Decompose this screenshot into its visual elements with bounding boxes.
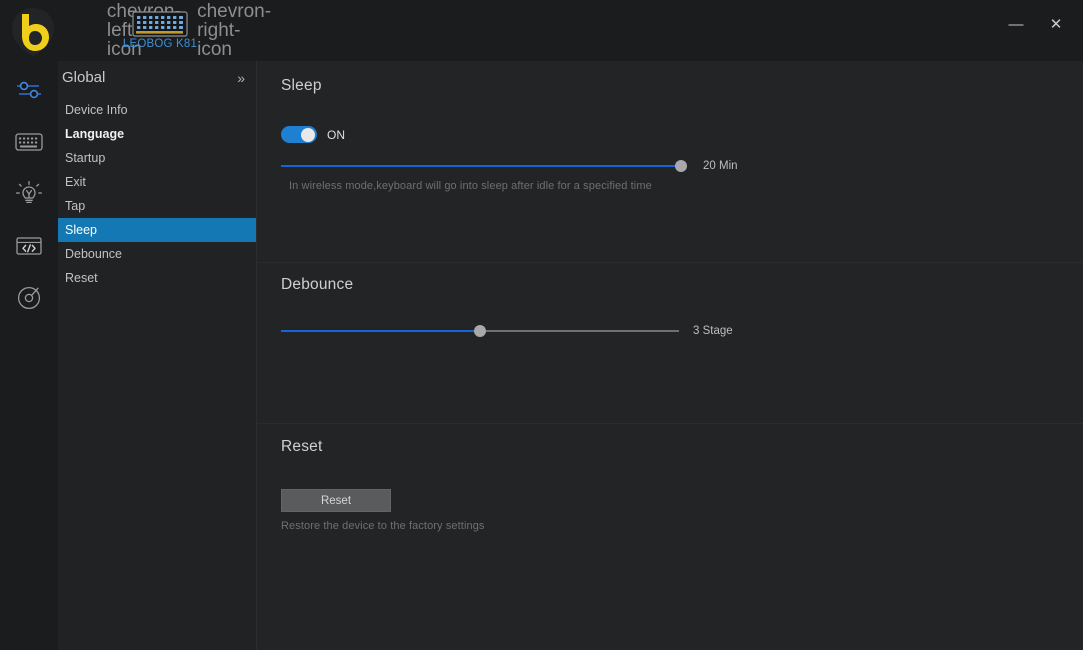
title-bar: chevron-left-icon <box>0 0 1083 61</box>
rail-item-settings[interactable] <box>0 67 58 113</box>
lightbulb-icon <box>15 180 43 204</box>
menu-item-language[interactable]: Language <box>58 122 256 146</box>
menu-item-exit[interactable]: Exit <box>58 170 256 194</box>
sleep-hint-text: In wireless mode,keyboard will go into s… <box>289 180 652 192</box>
menu-list: Device Info Language Startup Exit Tap Sl… <box>58 94 256 290</box>
close-button[interactable]: ✕ <box>1039 10 1073 38</box>
menu-title: Global <box>62 69 106 86</box>
chevron-right-icon[interactable]: chevron-right-icon <box>197 2 271 59</box>
sleep-section-title: Sleep <box>281 77 322 94</box>
leobog-shield-b-logo <box>8 6 58 58</box>
window-controls: — ✕ <box>999 10 1073 38</box>
divider-debounce-reset <box>257 423 1083 424</box>
chevron-left-icon[interactable]: chevron-left-icon <box>107 2 181 59</box>
double-chevron-right-icon[interactable]: » <box>237 70 245 86</box>
device-card[interactable]: LEOBOG K81 <box>122 10 198 50</box>
target-radar-icon <box>17 286 41 310</box>
keyboard-icon <box>15 133 43 151</box>
debounce-section-title: Debounce <box>281 276 354 293</box>
device-name-label: LEOBOG K81 <box>122 37 198 50</box>
menu-item-reset[interactable]: Reset <box>58 266 256 290</box>
rail-item-macro[interactable] <box>0 223 58 269</box>
reset-button[interactable]: Reset <box>281 489 391 512</box>
toggle-knob <box>301 127 315 142</box>
sleep-slider-row: 20 Min <box>281 159 738 173</box>
rail-item-device[interactable] <box>0 275 58 321</box>
debounce-slider-row: 3 Stage <box>281 324 733 338</box>
slider-thumb[interactable] <box>474 325 486 337</box>
rail-item-lighting[interactable] <box>0 171 58 217</box>
divider-sleep-debounce <box>257 262 1083 263</box>
rail-item-keyboard[interactable] <box>0 119 58 165</box>
minimize-button[interactable]: — <box>999 10 1033 38</box>
icon-rail <box>0 61 58 650</box>
sleep-toggle-row: ON <box>281 126 345 143</box>
slider-fill <box>281 165 681 167</box>
sliders-settings-icon <box>17 81 41 99</box>
debounce-slider[interactable] <box>281 324 679 338</box>
slider-fill <box>281 330 480 332</box>
device-selector[interactable]: chevron-left-icon <box>104 2 271 59</box>
menu-item-sleep[interactable]: Sleep <box>58 218 256 242</box>
sleep-toggle-state-label: ON <box>327 127 345 142</box>
reset-section-title: Reset <box>281 438 323 455</box>
code-brackets-icon <box>16 237 42 255</box>
sleep-toggle-switch[interactable] <box>281 126 317 143</box>
reset-hint-text: Restore the device to the factory settin… <box>281 520 485 532</box>
menu-item-tap[interactable]: Tap <box>58 194 256 218</box>
menu-item-device-info[interactable]: Device Info <box>58 98 256 122</box>
settings-content: Sleep ON 20 Min In wireless mode,keyboar… <box>257 61 1083 650</box>
global-menu-panel: Global » Device Info Language Startup Ex… <box>58 61 257 650</box>
sleep-slider-value: 20 Min <box>703 160 738 172</box>
slider-thumb[interactable] <box>675 160 687 172</box>
app-window: chevron-left-icon <box>0 0 1083 650</box>
menu-item-debounce[interactable]: Debounce <box>58 242 256 266</box>
sleep-slider[interactable] <box>281 159 687 173</box>
keyboard-icon <box>132 10 188 37</box>
menu-item-startup[interactable]: Startup <box>58 146 256 170</box>
menu-header: Global » <box>58 61 256 94</box>
debounce-slider-value: 3 Stage <box>693 325 733 337</box>
